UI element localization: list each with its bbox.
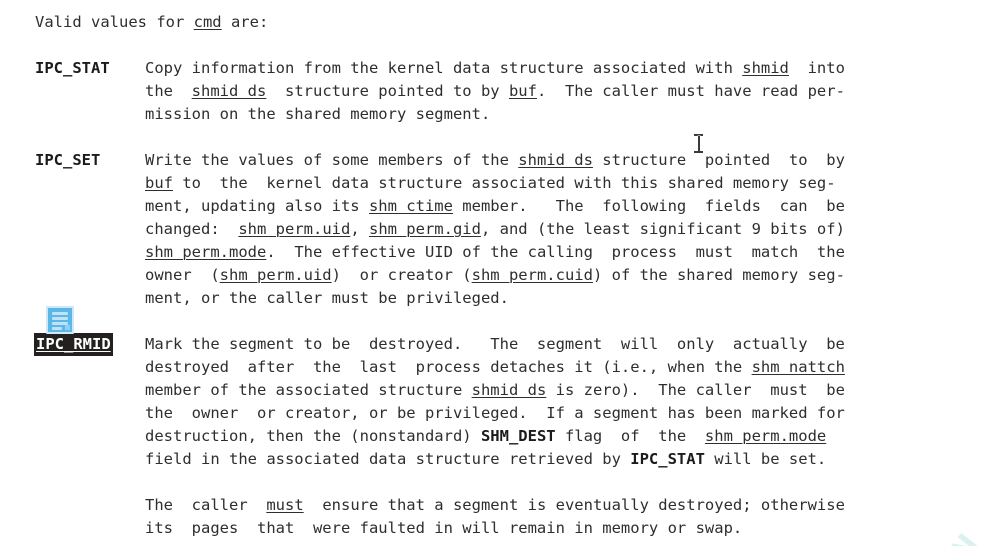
text-line: shm perm.mode. The effective UID of the …	[0, 241, 991, 264]
bold-keyword: SHM_DEST	[480, 427, 556, 445]
selected-tag-text: IPC_RMID	[35, 334, 112, 355]
italic-term: shm perm.mode	[145, 243, 267, 261]
text-line: owner (shm perm.uid) or creator (shm per…	[0, 264, 991, 287]
text-run: The caller	[145, 496, 267, 514]
text-line: field in the associated data structure r…	[0, 448, 991, 471]
italic-term: buf	[508, 82, 537, 100]
text-run: its pages that were faulted in will rema…	[145, 519, 743, 537]
entry-tag-text: IPC_STAT	[35, 59, 110, 77]
text-run: Write the values of some members of the	[145, 151, 519, 169]
text-run: ) of the shared memory seg-	[592, 266, 845, 284]
document-icon-corner	[65, 325, 70, 330]
text-run: destroyed after the last process detache…	[145, 358, 752, 376]
italic-term: must	[266, 496, 304, 514]
text-run: owner (	[145, 266, 220, 284]
italic-term: shm perm.uid	[238, 220, 351, 238]
text-line: its pages that were faulted in will rema…	[0, 517, 991, 540]
text-line: member of the associated structure shmid…	[0, 379, 991, 402]
italic-term: shmid ds	[518, 151, 593, 169]
italic-term: shm perm.cuid	[471, 266, 593, 284]
text-run: is zero). The caller must be	[546, 381, 845, 399]
text-line: destroyed after the last process detache…	[0, 356, 991, 379]
document-icon-line	[52, 317, 68, 320]
text-run: Mark the segment to be destroyed. The se…	[145, 335, 845, 353]
man-page-viewer[interactable]: SDUIICHEN Valid values for cmd are:IPC_S…	[0, 0, 991, 546]
text-run: ment, or the caller must be privileged.	[145, 289, 509, 307]
italic-term: shmid ds	[191, 82, 267, 100]
text-run: member. The following fields can be	[452, 197, 845, 215]
text-line: The caller must ensure that a segment is…	[0, 494, 991, 517]
text-run: will be set.	[704, 450, 827, 468]
text-run: . The caller must have read per-	[536, 82, 845, 100]
text-run: , and (the least significant 9 bits of)	[480, 220, 845, 238]
document-icon-line	[52, 312, 68, 315]
entry-tag-ipc-set[interactable]: IPC_SET	[35, 149, 145, 172]
italic-term: shm perm.gid	[368, 220, 481, 238]
text-run: ,	[350, 220, 369, 238]
text-run: the	[145, 82, 192, 100]
entry-tag-ipc-rmid[interactable]: IPC_RMID	[35, 333, 145, 356]
entry-first-line: IPC_SET Write the values of some members …	[0, 149, 991, 172]
text-run: member of the associated structure	[145, 381, 472, 399]
intro-line: Valid values for cmd are:	[0, 11, 991, 34]
text-run: Copy information from the kernel data st…	[145, 59, 743, 77]
text-run: field in the associated data structure r…	[145, 450, 631, 468]
italic-term: shm ctime	[368, 197, 453, 215]
text-line: ment, or the caller must be privileged.	[0, 287, 991, 310]
italic-term: shmid	[742, 59, 789, 77]
text-line: the shmid ds structure pointed to by buf…	[0, 80, 991, 103]
text-run: . The effective UID of the calling proce…	[266, 243, 845, 261]
text-run: to the kernel data structure associated …	[173, 174, 836, 192]
document-icon-line	[52, 327, 62, 330]
text-line: the owner or creator, or be privileged. …	[0, 402, 991, 425]
text-document-icon[interactable]	[46, 306, 74, 334]
text-run: destruction, then the (nonstandard)	[145, 427, 481, 445]
man-page-text-body[interactable]: Valid values for cmd are: IPC_STAT Copy in…	[0, 0, 991, 546]
text-line: changed: shm perm.uid, shm perm.gid, and…	[0, 218, 991, 241]
text-line: destruction, then the (nonstandard) SHM_…	[0, 425, 991, 448]
italic-term: shm nattch	[751, 358, 845, 376]
text-run: the owner or creator, or be privileged. …	[145, 404, 845, 422]
text-run: ) or creator (	[331, 266, 472, 284]
text-line: mission on the shared memory segment.	[0, 103, 991, 126]
entry-first-line: IPC_STAT Copy information from the kernel…	[0, 57, 991, 80]
text-run: structure pointed to by	[266, 82, 509, 100]
text-run: changed:	[145, 220, 239, 238]
italic-term-cmd: cmd	[193, 13, 222, 31]
text-line: buf to the kernel data structure associa…	[0, 172, 991, 195]
italic-term: buf	[145, 174, 173, 192]
text-run: structure pointed to by	[592, 151, 845, 169]
text-line: ment, updating also its shm ctime member…	[0, 195, 991, 218]
italic-term: shm perm.mode	[704, 427, 827, 445]
text-run: ensure that a segment is eventually dest…	[303, 496, 845, 514]
text-run: mission on the shared memory segment.	[145, 105, 491, 123]
text-run: ment, updating also its	[145, 197, 369, 215]
italic-term: shm perm.uid	[219, 266, 332, 284]
entry-first-line: IPC_RMID Mark the segment to be destroyed…	[0, 333, 991, 356]
italic-term: shmid ds	[471, 381, 547, 399]
text-run: are:	[221, 13, 269, 31]
bold-keyword: IPC_STAT	[630, 450, 705, 468]
text-run: flag of the	[555, 427, 705, 445]
entry-tag-text: IPC_SET	[35, 151, 101, 169]
text-run: Valid values for	[35, 13, 194, 31]
text-run: into	[788, 59, 845, 77]
entry-tag-ipc-stat[interactable]: IPC_STAT	[35, 57, 145, 80]
